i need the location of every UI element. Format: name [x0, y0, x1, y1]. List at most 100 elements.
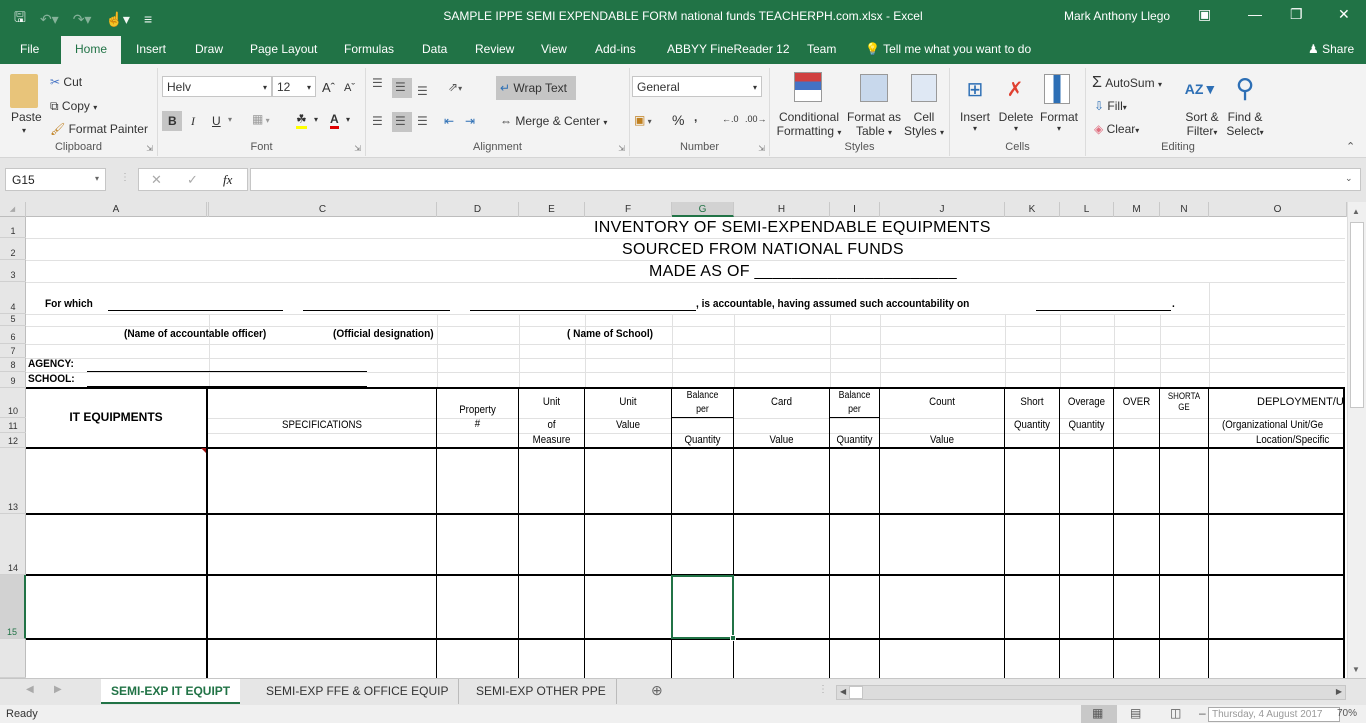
underline-dropdown-icon[interactable]: ▾: [228, 115, 232, 124]
next-sheet-icon[interactable]: ▶: [54, 684, 62, 695]
formula-bar-resize-handle[interactable]: ⋮: [120, 172, 130, 183]
header-balance-count-qty[interactable]: Quantity: [833, 434, 876, 446]
formula-input[interactable]: [250, 168, 1361, 191]
header-unit-measure-1[interactable]: Unit: [523, 396, 580, 408]
tab-draw[interactable]: Draw: [195, 42, 223, 56]
row-header-15[interactable]: 15: [0, 575, 26, 639]
share-button[interactable]: ♟ Share: [1308, 42, 1354, 56]
header-balance-card-val[interactable]: Value: [740, 434, 824, 446]
increase-font-icon[interactable]: Aˆ: [322, 80, 335, 95]
format-button[interactable]: Format ▾: [1039, 110, 1079, 133]
row-header-6[interactable]: 6: [0, 326, 26, 344]
name-officer-caption[interactable]: (Name of accountable officer): [124, 328, 266, 340]
percent-button[interactable]: %: [672, 112, 684, 128]
tab-team[interactable]: Team: [807, 42, 836, 56]
conditional-formatting-button[interactable]: Conditional Formatting ▾: [776, 110, 842, 138]
confirm-entry-icon[interactable]: ✓: [187, 172, 198, 188]
cancel-entry-icon[interactable]: ✕: [151, 172, 162, 188]
header-short-1[interactable]: Short: [1008, 396, 1056, 408]
header-deployment-1[interactable]: DEPLOYMENT/U: [1257, 396, 1344, 408]
tell-me-box[interactable]: 💡 Tell me what you want to do: [865, 42, 1031, 56]
column-header-i[interactable]: I: [830, 202, 880, 217]
middle-align-icon[interactable]: ☰: [395, 80, 406, 94]
accounting-format-icon[interactable]: ▣ ▾: [634, 113, 652, 127]
copy-button[interactable]: ⧉ Copy ▾: [50, 99, 97, 114]
delete-button[interactable]: Delete ▾: [998, 110, 1034, 133]
header-card[interactable]: Card: [740, 396, 824, 408]
row-header-8[interactable]: 8: [0, 358, 26, 372]
header-specifications[interactable]: SPECIFICATIONS: [222, 419, 423, 431]
tab-view[interactable]: View: [541, 42, 567, 56]
zoom-out-icon[interactable]: –: [1199, 706, 1206, 720]
fill-color-icon[interactable]: ☘: [296, 112, 307, 129]
sheet-tab-it-equipt[interactable]: SEMI-EXP IT EQUIPT: [101, 679, 241, 704]
sheet-tab-other-ppe[interactable]: SEMI-EXP OTHER PPE: [466, 679, 617, 704]
scroll-right-icon[interactable]: ▶: [1336, 687, 1342, 696]
row-header-1[interactable]: 1: [0, 217, 26, 238]
increase-indent-icon[interactable]: ⇥: [465, 114, 475, 128]
font-launcher-icon[interactable]: ⇲: [354, 144, 361, 153]
column-header-k[interactable]: K: [1005, 202, 1060, 217]
number-format-select[interactable]: General ▾: [632, 76, 762, 97]
comma-button[interactable]: ,: [694, 110, 697, 124]
header-it-equipments[interactable]: IT EQUIPMENTS: [26, 410, 206, 424]
row-header-4[interactable]: 4: [0, 282, 26, 314]
tab-page-layout[interactable]: Page Layout: [250, 42, 317, 56]
active-cell-g15[interactable]: [671, 575, 734, 639]
increase-decimal-icon[interactable]: ←.0: [722, 114, 739, 124]
row-header-16[interactable]: [0, 639, 26, 678]
column-header-m[interactable]: M: [1114, 202, 1160, 217]
paste-icon[interactable]: [10, 74, 38, 108]
row-header-2[interactable]: 2: [0, 238, 26, 260]
row-header-3[interactable]: 3: [0, 260, 26, 282]
font-name-select[interactable]: Helv ▾: [162, 76, 272, 97]
top-align-icon[interactable]: ☰: [372, 76, 383, 90]
select-all-button[interactable]: ◢: [0, 202, 26, 217]
name-school-caption[interactable]: ( Name of School): [567, 328, 653, 340]
font-color-icon[interactable]: A: [330, 112, 339, 129]
insert-function-icon[interactable]: fx: [223, 172, 232, 188]
italic-button[interactable]: I: [191, 114, 195, 129]
alignment-launcher-icon[interactable]: ⇲: [618, 144, 625, 153]
header-over[interactable]: OVER: [1117, 396, 1157, 408]
header-unit-value-1[interactable]: Unit: [590, 396, 666, 408]
vertical-scroll-thumb[interactable]: [1350, 222, 1364, 408]
column-header-f[interactable]: F: [585, 202, 672, 217]
decrease-decimal-icon[interactable]: .00→: [745, 114, 767, 124]
bold-button[interactable]: B: [168, 114, 177, 128]
row-header-5[interactable]: 5: [0, 314, 26, 326]
clipboard-launcher-icon[interactable]: ⇲: [146, 144, 153, 153]
horizontal-scroll-thumb[interactable]: [849, 686, 863, 699]
clear-button[interactable]: ◈ Clear▾: [1094, 122, 1139, 136]
zoom-level[interactable]: 70%: [1337, 708, 1357, 719]
tab-add-ins[interactable]: Add-ins: [595, 42, 636, 56]
row-header-9[interactable]: 9: [0, 372, 26, 388]
format-as-table-button[interactable]: Format as Table ▾: [844, 110, 904, 138]
wrap-text-button[interactable]: ↵ Wrap Text: [500, 81, 567, 95]
decrease-font-icon[interactable]: Aˇ: [344, 82, 355, 94]
header-property-1[interactable]: Property: [442, 404, 513, 416]
sheet-title-line1[interactable]: INVENTORY OF SEMI-EXPENDABLE EQUIPMENTS: [594, 219, 991, 237]
page-layout-view-icon[interactable]: ▤: [1130, 706, 1141, 720]
header-balance-card-1[interactable]: Balance: [676, 390, 730, 401]
name-box-dropdown-icon[interactable]: ▾: [95, 174, 99, 183]
align-left-icon[interactable]: ☰: [372, 114, 383, 128]
for-which-label[interactable]: For which: [45, 298, 93, 310]
column-header-g[interactable]: G: [672, 202, 734, 217]
header-balance-card-qty[interactable]: Quantity: [676, 434, 730, 446]
header-shortage-1[interactable]: SHORTA: [1163, 391, 1205, 401]
collapse-ribbon-icon[interactable]: ⌃: [1346, 140, 1355, 153]
tab-review[interactable]: Review: [475, 42, 514, 56]
column-header-e[interactable]: E: [519, 202, 585, 217]
cut-button[interactable]: ✂ Cut: [50, 75, 82, 89]
paste-dropdown-icon[interactable]: ▾: [22, 126, 26, 135]
expand-formula-bar-icon[interactable]: ⌄: [1345, 173, 1353, 184]
column-header-h[interactable]: H: [734, 202, 830, 217]
add-sheet-icon[interactable]: ⊕: [651, 682, 663, 699]
tab-abbyy[interactable]: ABBYY FineReader 12: [667, 42, 790, 56]
font-size-select[interactable]: 12 ▾: [272, 76, 316, 97]
sheet-title-line3[interactable]: MADE AS OF ______________________: [649, 263, 957, 281]
tab-file[interactable]: File: [20, 42, 39, 56]
sort-filter-button[interactable]: Sort & Filter▾: [1182, 110, 1222, 138]
tab-formulas[interactable]: Formulas: [344, 42, 394, 56]
